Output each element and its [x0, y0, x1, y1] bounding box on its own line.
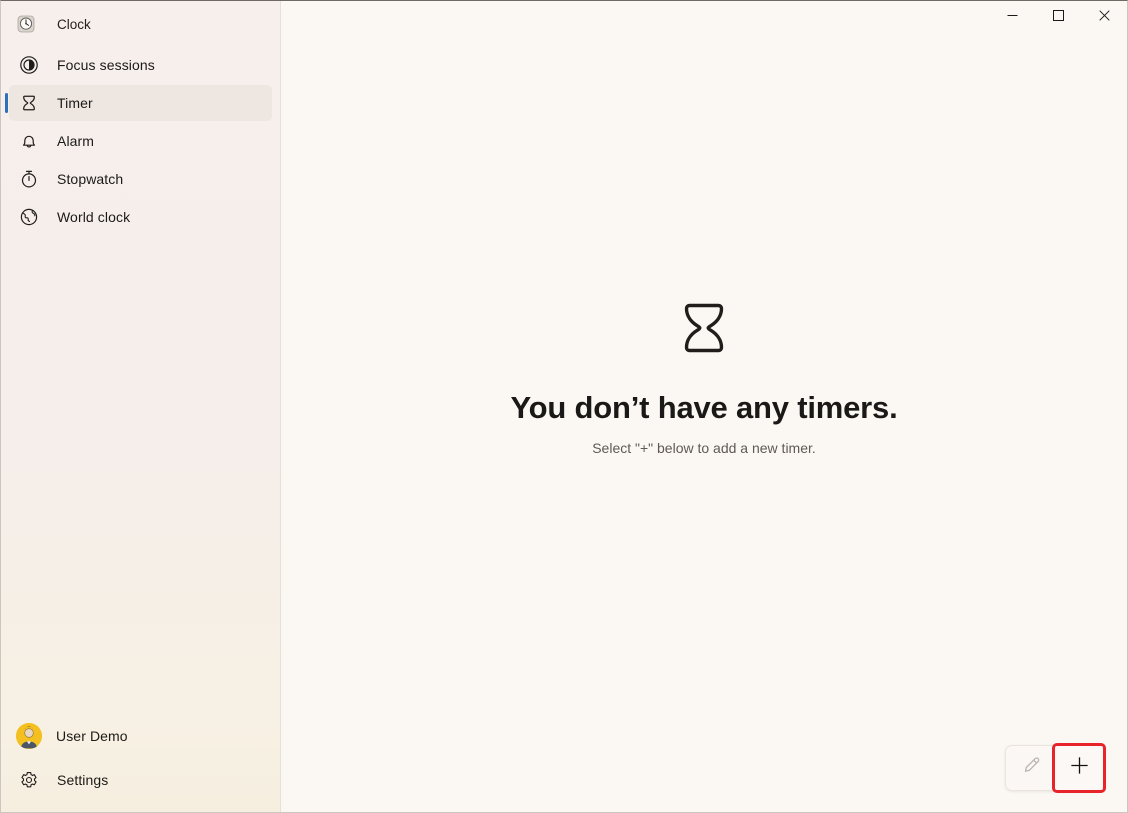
sidebar-item-label: Focus sessions: [57, 57, 155, 73]
focus-sessions-icon: [17, 53, 41, 77]
main-content: You don’t have any timers. Select "+" be…: [281, 1, 1127, 812]
minimize-icon: [1007, 8, 1018, 26]
add-timer-button[interactable]: [1052, 743, 1106, 793]
sidebar-item-timer[interactable]: Timer: [5, 85, 272, 121]
minimize-button[interactable]: [989, 1, 1035, 33]
navigation-sidebar: Clock Focus sessions Timer Alarm Stopwat…: [1, 1, 281, 812]
sidebar-item-world-clock[interactable]: World clock: [9, 199, 272, 235]
plus-icon: [1070, 757, 1088, 779]
sidebar-item-focus-sessions[interactable]: Focus sessions: [9, 47, 272, 83]
close-button[interactable]: [1081, 1, 1127, 33]
sidebar-item-stopwatch[interactable]: Stopwatch: [9, 161, 272, 197]
command-bar: [1005, 743, 1106, 793]
selection-indicator: [5, 93, 8, 113]
hourglass-icon: [673, 297, 735, 364]
stopwatch-icon: [17, 167, 41, 191]
title-bar: Clock: [1, 5, 280, 43]
clock-app-icon: [17, 15, 35, 33]
sidebar-item-alarm[interactable]: Alarm: [9, 123, 272, 159]
sidebar-item-label: World clock: [57, 209, 131, 225]
empty-state: You don’t have any timers. Select "+" be…: [281, 1, 1127, 812]
empty-state-subtitle: Select "+" below to add a new timer.: [592, 440, 816, 456]
globe-icon: [17, 205, 41, 229]
bell-icon: [17, 129, 41, 153]
maximize-button[interactable]: [1035, 1, 1081, 33]
close-icon: [1098, 8, 1110, 26]
account-label: User Demo: [56, 728, 128, 744]
clock-app-window: Clock Focus sessions Timer Alarm Stopwat…: [0, 0, 1128, 813]
nav-list: Focus sessions Timer Alarm Stopwatch Wor…: [1, 45, 280, 237]
caption-buttons: [989, 1, 1127, 33]
sidebar-item-label: Stopwatch: [57, 171, 124, 187]
empty-state-title: You don’t have any timers.: [510, 390, 898, 425]
hourglass-icon: [17, 91, 41, 115]
settings-label: Settings: [57, 772, 109, 788]
app-title: Clock: [57, 16, 91, 32]
sidebar-item-label: Alarm: [57, 133, 95, 149]
gear-icon: [17, 768, 41, 792]
sidebar-item-settings[interactable]: Settings: [9, 760, 272, 800]
edit-timers-button[interactable]: [1008, 746, 1054, 790]
maximize-icon: [1052, 8, 1064, 26]
sidebar-footer: User Demo Settings: [1, 716, 280, 812]
sidebar-item-label: Timer: [57, 95, 93, 111]
avatar: [16, 723, 42, 749]
account-item[interactable]: User Demo: [9, 716, 272, 756]
pencil-icon: [1022, 756, 1041, 780]
